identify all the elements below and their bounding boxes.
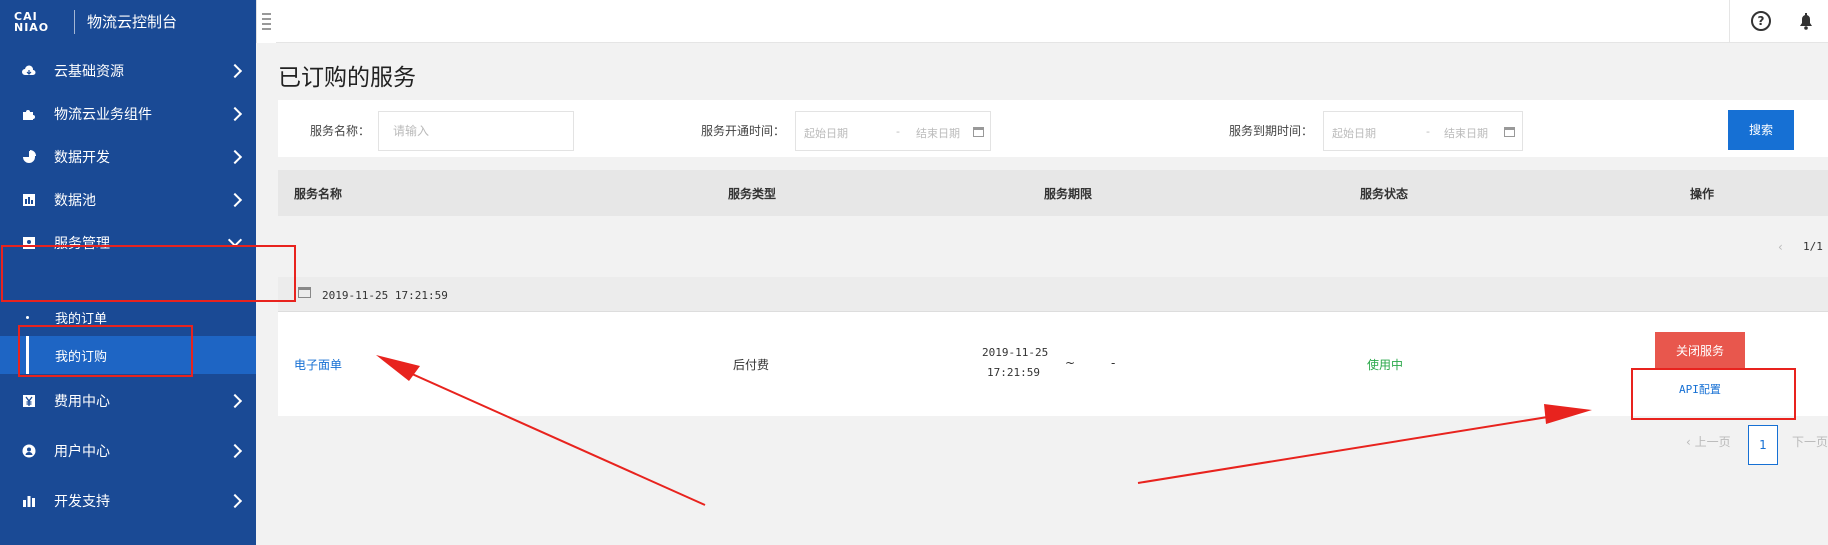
user-icon [22, 444, 36, 458]
cloud-icon [22, 64, 36, 78]
page-title: 已订购的服务 [278, 65, 416, 91]
puzzle-icon [22, 107, 36, 121]
sidebar-item-label: 费用中心 [54, 394, 110, 410]
sidebar-item-label: 物流云业务组件 [54, 107, 152, 123]
chevron-right-icon [227, 192, 243, 208]
yen-icon [22, 394, 36, 408]
expire-time-range-picker[interactable]: 起始日期 - 结束日期 [1323, 111, 1523, 151]
sidebar-item-label: 云基础资源 [54, 64, 124, 80]
prev-page-button[interactable]: ‹ 上一页 [1686, 433, 1731, 450]
annotation-box-my-subscriptions [18, 325, 193, 377]
column-header-type: 服务类型 [728, 187, 777, 201]
search-button[interactable]: 搜索 [1728, 110, 1794, 150]
sidebar-item-user-center[interactable]: 用户中心 [0, 426, 256, 476]
column-header-period: 服务期限 [1044, 187, 1093, 201]
start-date-placeholder: 起始日期 [804, 127, 848, 140]
chevron-right-icon [227, 443, 243, 459]
dev-chart-icon [22, 494, 36, 508]
pie-chart-icon [22, 150, 36, 164]
table-row: 电子面单 后付费 2019-11-25 17:21:59 ~ - 使用中 关闭服… [278, 312, 1828, 416]
next-page-button[interactable]: 下一页 [1792, 433, 1828, 450]
brand-divider [74, 9, 75, 34]
bell-icon[interactable] [1796, 11, 1816, 31]
sidebar-item-label: 数据开发 [54, 150, 110, 166]
sidebar-subitem-label: 我的订单 [55, 311, 108, 327]
table-header: 服务名称 服务类型 服务期限 服务状态 操作 [278, 170, 1828, 216]
help-icon[interactable]: ? [1751, 11, 1771, 31]
annotation-box-api-config [1631, 368, 1796, 420]
column-header-status: 服务状态 [1360, 187, 1409, 201]
sidebar-item-label: 数据池 [54, 193, 96, 209]
sidebar-item-dev-support[interactable]: 开发支持 [0, 476, 256, 526]
pager-prev-icon[interactable]: ‹ [1778, 240, 1783, 254]
calendar-icon [1504, 127, 1515, 137]
open-time-label: 服务开通时间： [701, 124, 786, 138]
period-start-time: 17:21:59 [987, 366, 1040, 379]
expire-time-label: 服务到期时间： [1229, 124, 1314, 138]
service-name-input[interactable]: 请输入 [378, 111, 574, 151]
service-name-label: 服务名称： [310, 124, 371, 138]
order-time: 2019-11-25 17:21:59 [322, 289, 448, 302]
service-type: 后付费 [733, 358, 770, 372]
annotation-box-service-management [1, 245, 296, 302]
end-date-placeholder: 结束日期 [1444, 127, 1488, 140]
chevron-right-icon [227, 106, 243, 122]
sidebar-item-label: 开发支持 [54, 494, 110, 510]
chevron-right-icon [227, 149, 243, 165]
sidebar-item-billing[interactable]: 费用中心 [0, 376, 256, 426]
pager-page-count: 1/1 [1803, 240, 1823, 253]
bar-chart-icon [22, 193, 36, 207]
chevron-right-icon [227, 493, 243, 509]
close-service-button[interactable]: 关闭服务 [1655, 332, 1745, 370]
period-end: - [1111, 356, 1116, 370]
end-date-placeholder: 结束日期 [916, 127, 960, 140]
cainiao-logo: CAI NIAO [14, 9, 50, 34]
topbar: ? [276, 0, 1828, 43]
column-header-actions: 操作 [1690, 187, 1715, 201]
sidebar-item-label: 用户中心 [54, 444, 110, 460]
page-number-button[interactable]: 1 [1748, 425, 1778, 465]
open-time-range-picker[interactable]: 起始日期 - 结束日期 [795, 111, 991, 151]
order-group-header: 2019-11-25 17:21:59 [278, 277, 1828, 312]
chevron-right-icon [227, 63, 243, 79]
calendar-icon [298, 287, 311, 298]
start-date-placeholder: 起始日期 [1332, 127, 1376, 140]
filter-bar: 服务名称： 请输入 服务开通时间： 起始日期 - 结束日期 服务到期时间： 起始… [278, 100, 1828, 157]
range-separator: - [896, 125, 900, 138]
console-title: 物流云控制台 [87, 13, 178, 31]
topbar-divider [1729, 0, 1730, 43]
period-start-date: 2019-11-25 [982, 346, 1049, 359]
bullet-icon [26, 316, 29, 319]
brand[interactable]: CAI NIAO 物流云控制台 [0, 0, 256, 43]
prev-page-label: 上一页 [1694, 435, 1731, 449]
column-header-name: 服务名称 [294, 187, 343, 201]
chevron-right-icon [227, 393, 243, 409]
period-separator: ~ [1065, 356, 1076, 370]
service-name-link[interactable]: 电子面单 [294, 356, 342, 373]
sidebar-toggle-button[interactable] [256, 0, 276, 43]
status-badge: 使用中 [1367, 358, 1404, 372]
range-separator: - [1426, 125, 1430, 138]
calendar-icon [973, 127, 984, 137]
